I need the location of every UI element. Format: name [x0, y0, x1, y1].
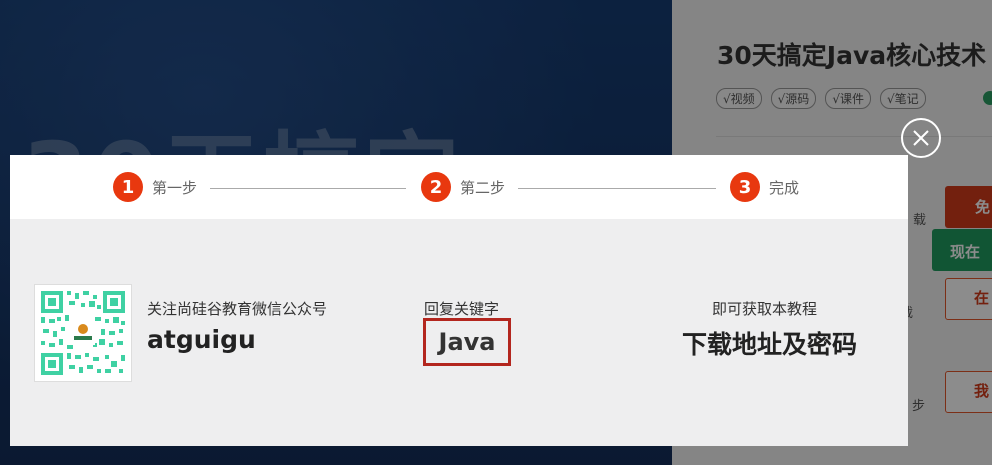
wechat-account: atguigu — [147, 325, 256, 354]
step-label: 第一步 — [152, 178, 198, 197]
close-icon — [913, 130, 929, 146]
reply-instruction: 回复关键字 — [424, 300, 500, 318]
step-indicator: 1 第一步 2 第二步 3 完成 — [10, 155, 908, 219]
result-instruction: 即可获取本教程 — [712, 300, 818, 318]
keyword: Java — [438, 328, 496, 356]
step-2: 2 第二步 — [421, 172, 505, 202]
step-3: 3 完成 — [730, 172, 799, 202]
step-connector — [518, 188, 716, 189]
close-button[interactable] — [901, 118, 941, 158]
step-1: 1 第一步 — [113, 172, 197, 202]
step-number: 3 — [730, 172, 760, 202]
follow-instruction: 关注尚硅谷教育微信公众号 — [147, 300, 328, 318]
step-number: 2 — [421, 172, 451, 202]
step-label: 第二步 — [460, 178, 506, 197]
step-label: 完成 — [769, 178, 800, 197]
keyword-box: Java — [423, 318, 511, 366]
download-modal: 1 第一步 2 第二步 3 完成 关注尚硅谷教育微信公众号 atguigu 回复… — [10, 155, 908, 446]
qr-code-icon — [39, 289, 127, 377]
qr-code — [35, 285, 131, 381]
step-connector — [210, 188, 406, 189]
result-highlight: 下载地址及密码 — [682, 330, 858, 359]
step-number: 1 — [113, 172, 143, 202]
